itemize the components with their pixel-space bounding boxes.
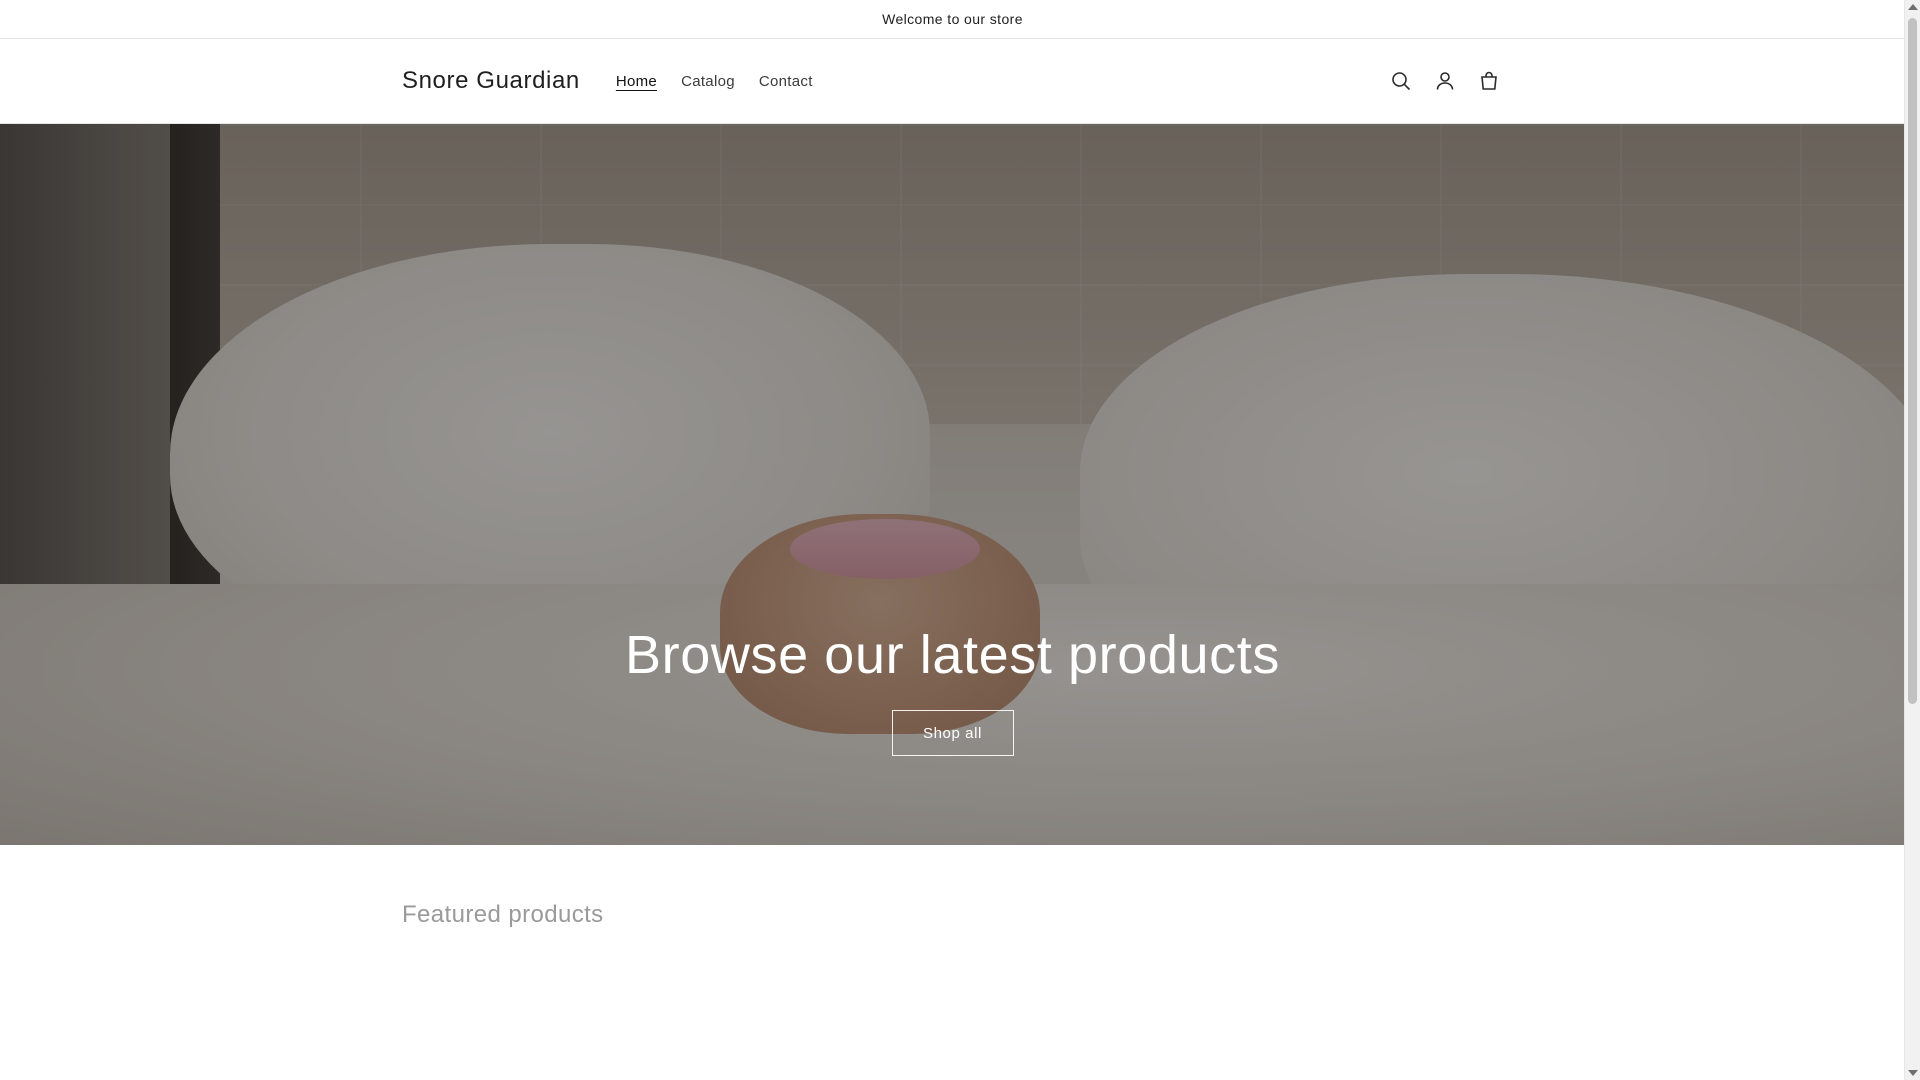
hero-title: Browse our latest products (625, 625, 1280, 685)
hero-banner: Browse our latest products Shop all (0, 124, 1905, 845)
announcement-text: Welcome to our store (882, 11, 1023, 27)
store-logo-text[interactable]: Snore Guardian (402, 67, 580, 95)
nav-link-home[interactable]: Home (604, 67, 669, 96)
cart-icon (1481, 71, 1497, 90)
header-icons (1381, 61, 1509, 101)
featured-products-section: Featured products (0, 845, 1905, 1045)
cart-button[interactable] (1469, 61, 1509, 101)
site-header: Snore Guardian Home Catalog Contact (0, 39, 1905, 124)
main-nav: Home Catalog Contact (604, 67, 825, 96)
search-icon (1392, 72, 1411, 91)
announcement-bar: Welcome to our store (0, 0, 1905, 39)
scrollbar-thumb[interactable] (1908, 18, 1917, 704)
hero-content: Browse our latest products Shop all (0, 624, 1905, 756)
scroll-down-arrow-icon[interactable] (1908, 1070, 1918, 1076)
account-icon (1436, 72, 1454, 90)
vertical-scrollbar[interactable] (1904, 0, 1920, 1080)
search-button[interactable] (1381, 61, 1421, 101)
page: Welcome to our store Snore Guardian Home… (0, 0, 1905, 1080)
scroll-up-arrow-icon[interactable] (1908, 4, 1918, 10)
account-button[interactable] (1425, 61, 1465, 101)
nav-link-contact[interactable]: Contact (747, 67, 825, 96)
header-inner: Snore Guardian Home Catalog Contact (402, 39, 1503, 123)
nav-link-catalog[interactable]: Catalog (669, 67, 747, 96)
featured-products-title: Featured products (402, 901, 604, 928)
shop-all-button[interactable]: Shop all (891, 710, 1014, 756)
